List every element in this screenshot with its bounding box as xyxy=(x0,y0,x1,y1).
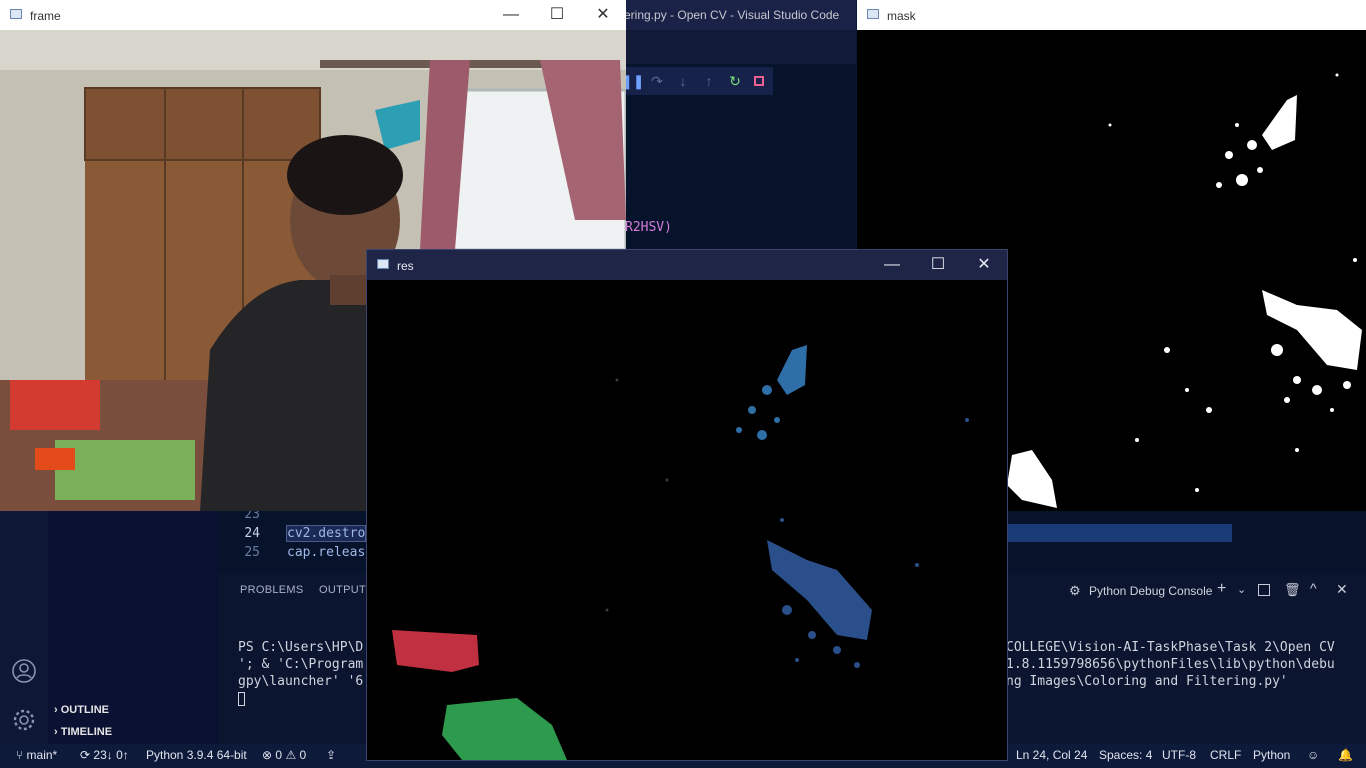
code-line[interactable]: cap.releas xyxy=(287,545,365,560)
sync-status[interactable]: ⟳ 23↓ 0↑ xyxy=(80,748,129,762)
maximize-button[interactable]: ☐ xyxy=(915,250,961,280)
tab-output[interactable]: OUTPUT xyxy=(319,584,366,596)
code-line[interactable]: cv2.destro xyxy=(285,525,367,542)
mask-titlebar[interactable]: mask xyxy=(857,0,1366,30)
vscode-title: ering.py - Open CV - Visual Studio Code xyxy=(600,0,856,30)
frame-titlebar[interactable]: frame — ☐ ✕ xyxy=(0,0,626,30)
maximize-panel-icon[interactable]: ^ xyxy=(1310,580,1317,596)
window-icon xyxy=(377,259,389,269)
terminal-line: 1.8.1159798656\pythonFiles\lib\python\de… xyxy=(1006,657,1335,672)
branch-status[interactable]: ⑂ main* xyxy=(16,748,57,762)
res-title: res xyxy=(397,259,414,273)
res-image xyxy=(367,280,1007,760)
account-icon[interactable] xyxy=(12,659,36,683)
window-icon xyxy=(867,9,879,19)
terminal-line: COLLEGE\Vision-AI-TaskPhase\Task 2\Open … xyxy=(1006,640,1335,655)
terminal-line: PS C:\Users\HP\D xyxy=(238,640,364,655)
line-number: 24 xyxy=(244,526,260,541)
split-terminal-icon[interactable] xyxy=(1258,584,1270,596)
branch-label: main* xyxy=(26,748,58,762)
line-ending[interactable]: CRLF xyxy=(1210,748,1241,762)
language-mode[interactable]: Python xyxy=(1253,748,1290,762)
terminal-cursor xyxy=(238,692,245,706)
code-fragment: R2HSV) xyxy=(625,220,672,235)
close-button[interactable]: ✕ xyxy=(961,250,1007,280)
line-number: 25 xyxy=(244,545,260,560)
timeline-label: TIMELINE xyxy=(60,726,113,738)
warning-icon: ⚠ xyxy=(285,748,297,762)
settings-gear-icon[interactable] xyxy=(12,708,36,732)
debug-toolbar: ❚❚ ↷ ↓ ↑ ↻ xyxy=(615,67,773,95)
error-count: 0 xyxy=(275,748,283,762)
trash-icon[interactable]: 🗑 xyxy=(1284,582,1301,598)
cursor-position[interactable]: Ln 24, Col 24 xyxy=(1016,748,1087,762)
indentation[interactable]: Spaces: 4 xyxy=(1099,748,1152,762)
restart-icon[interactable]: ↻ xyxy=(725,71,745,91)
tab-problems[interactable]: PROBLEMS xyxy=(240,584,304,596)
live-share-icon[interactable]: ⇪ xyxy=(326,748,336,762)
step-out-icon[interactable]: ↑ xyxy=(699,71,719,91)
selection-highlight xyxy=(1008,524,1232,542)
step-over-icon[interactable]: ↷ xyxy=(647,71,667,91)
debug-console-icon: ⚙ xyxy=(1069,583,1081,598)
feedback-icon[interactable]: ☺ xyxy=(1307,748,1319,762)
mask-title: mask xyxy=(887,9,916,23)
sync-icon: ⟳ xyxy=(80,748,91,762)
notifications-icon[interactable]: 🔔 xyxy=(1338,748,1353,762)
activity-bar xyxy=(0,511,48,744)
problems-status[interactable]: ⊗ 0 ⚠ 0 xyxy=(262,748,306,762)
outline-label: OUTLINE xyxy=(60,704,110,716)
res-window: res — ☐ ✕ xyxy=(367,250,1007,760)
sync-label: 23↓ 0↑ xyxy=(93,748,129,762)
console-selector[interactable]: Python Debug Console xyxy=(1089,584,1212,598)
warning-count: 0 xyxy=(299,748,307,762)
new-terminal-icon[interactable]: + xyxy=(1217,580,1226,598)
interpreter-status[interactable]: Python 3.9.4 64-bit xyxy=(146,748,247,762)
chevron-down-icon[interactable]: ⌄ xyxy=(1237,583,1246,596)
branch-icon: ⑂ xyxy=(16,748,24,762)
minimize-button[interactable]: — xyxy=(488,0,534,30)
error-icon: ⊗ xyxy=(262,748,273,762)
window-icon xyxy=(10,9,22,19)
maximize-button[interactable]: ☐ xyxy=(534,0,580,30)
timeline-section[interactable]: › TIMELINE xyxy=(54,726,112,738)
terminal-line: ng Images\Coloring and Filtering.py' xyxy=(1006,674,1288,689)
outline-section[interactable]: › OUTLINE xyxy=(54,704,109,716)
editor-tabs xyxy=(600,30,856,64)
step-into-icon[interactable]: ↓ xyxy=(673,71,693,91)
close-button[interactable]: ✕ xyxy=(580,0,626,30)
res-titlebar[interactable]: res — ☐ ✕ xyxy=(367,250,1007,280)
stop-icon[interactable] xyxy=(749,71,769,91)
terminal-line: '; & 'C:\Program xyxy=(238,657,364,672)
close-panel-icon[interactable]: ✕ xyxy=(1336,581,1348,598)
minimize-button[interactable]: — xyxy=(869,250,915,280)
frame-title: frame xyxy=(30,9,61,23)
encoding[interactable]: UTF-8 xyxy=(1162,748,1196,762)
terminal-line: gpy\launcher' '6 xyxy=(238,674,364,689)
